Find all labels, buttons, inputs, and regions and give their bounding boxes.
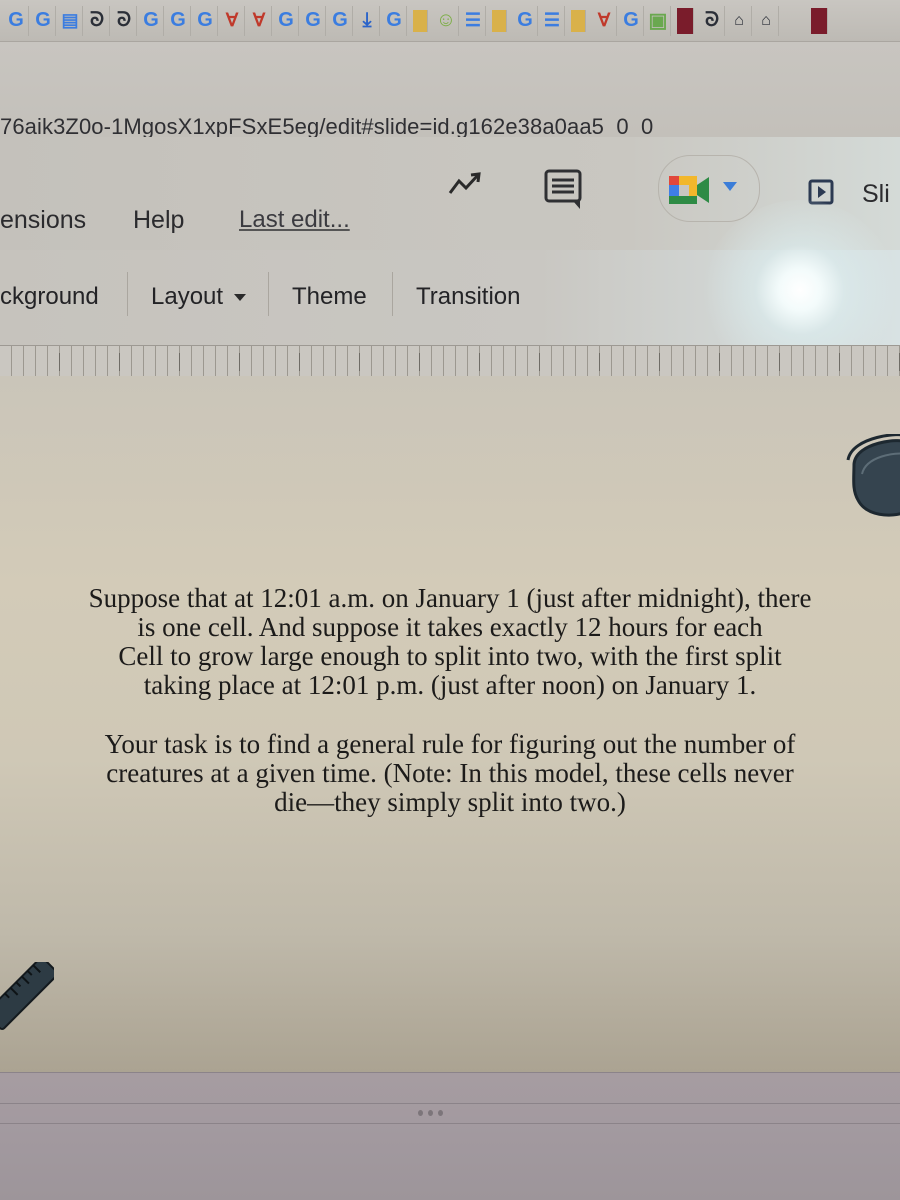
- google-icon[interactable]: G: [513, 5, 538, 36]
- layout-button[interactable]: Layout: [151, 283, 246, 311]
- google-icon[interactable]: G: [382, 5, 407, 36]
- swirl-icon[interactable]: ᘐ: [85, 5, 110, 36]
- mascot-icon[interactable]: ☺: [434, 5, 459, 36]
- ruler-ticks: [0, 353, 900, 371]
- activity-trend-icon[interactable]: [447, 171, 487, 197]
- toolbar-divider: [268, 272, 269, 316]
- resize-handle[interactable]: [418, 1110, 443, 1116]
- speaker-notes-icon[interactable]: [836, 434, 900, 524]
- text-line: die—they simply split into two.): [274, 787, 626, 817]
- google-icon[interactable]: G: [4, 5, 29, 36]
- google-icon[interactable]: G: [31, 5, 56, 36]
- classroom-icon[interactable]: ▣: [646, 5, 671, 36]
- drag-dot: [438, 1110, 443, 1116]
- google-icon[interactable]: G: [328, 5, 353, 36]
- text-line: creatures at a given time. (Note: In thi…: [106, 758, 794, 788]
- vivaldi-icon[interactable]: ∀: [220, 5, 245, 36]
- drag-dot: [428, 1110, 433, 1116]
- text-line: Suppose that at 12:01 a.m. on January 1 …: [88, 583, 812, 613]
- toolbar-divider: [392, 272, 393, 316]
- document-icon[interactable]: ☰: [540, 5, 565, 36]
- google-icon[interactable]: G: [193, 5, 218, 36]
- google-meet-button[interactable]: [658, 155, 760, 222]
- layout-label: Layout: [151, 283, 224, 310]
- theme-button[interactable]: Theme: [292, 283, 367, 311]
- book-icon[interactable]: [811, 7, 828, 34]
- text-line: Cell to grow large enough to split into …: [118, 641, 782, 671]
- swirl-icon[interactable]: ᘐ: [700, 5, 725, 36]
- slideshow-button[interactable]: Sli: [862, 180, 890, 209]
- google-icon[interactable]: G: [301, 5, 326, 36]
- menu-help[interactable]: Help: [133, 206, 184, 235]
- speaker-notes-panel[interactable]: [0, 1072, 900, 1200]
- caret-down-icon: [233, 294, 246, 302]
- google-icon[interactable]: G: [274, 5, 299, 36]
- slide-canvas[interactable]: [0, 376, 900, 1072]
- background-button[interactable]: ckground: [0, 283, 99, 311]
- menu-extensions[interactable]: ensions: [0, 206, 86, 235]
- notes-divider: [0, 1123, 900, 1124]
- dropdown-arrow-icon: [723, 182, 737, 191]
- document-icon[interactable]: ☰: [461, 5, 486, 36]
- notes-divider: [0, 1072, 900, 1073]
- google-icon[interactable]: G: [619, 5, 644, 36]
- last-edit-link[interactable]: Last edit...: [239, 206, 350, 234]
- folder-icon[interactable]: [571, 9, 586, 32]
- google-docs-icon[interactable]: ▤: [58, 5, 83, 36]
- toolbar-divider: [127, 272, 128, 316]
- google-icon[interactable]: G: [166, 5, 191, 36]
- ruler-tool-icon[interactable]: [0, 962, 54, 1032]
- notes-divider: [0, 1103, 900, 1104]
- text-line: Your task is to find a general rule for …: [104, 729, 796, 759]
- address-bar[interactable]: 76aik3Z0o-1MgosX1xpFSxE5eg/edit#slide=id…: [0, 42, 900, 139]
- school-icon[interactable]: ⌂: [727, 5, 752, 36]
- google-icon[interactable]: G: [139, 5, 164, 36]
- vivaldi-icon[interactable]: ∀: [247, 5, 272, 36]
- comment-icon[interactable]: [543, 168, 585, 212]
- slide-paragraph-2[interactable]: Your task is to find a general rule for …: [0, 730, 900, 817]
- book-icon[interactable]: [677, 7, 694, 34]
- swirl-icon[interactable]: ᘐ: [112, 5, 137, 36]
- bookmarks-bar: G G ▤ ᘐ ᘐ G G G ∀ ∀ G G G ⤓ G ☺ ☰ G ☰ ∀ …: [0, 0, 900, 42]
- slide-paragraph-1[interactable]: Suppose that at 12:01 a.m. on January 1 …: [0, 584, 900, 700]
- google-meet-icon: [669, 176, 709, 204]
- folder-icon[interactable]: [492, 9, 507, 32]
- transition-button[interactable]: Transition: [416, 283, 520, 311]
- text-line: is one cell. And suppose it takes exactl…: [137, 612, 763, 642]
- folder-icon[interactable]: [413, 9, 428, 32]
- download-icon[interactable]: ⤓: [355, 5, 380, 36]
- text-line: taking place at 12:01 p.m. (just after n…: [143, 670, 757, 700]
- school-icon[interactable]: ⌂: [754, 5, 779, 36]
- vivaldi-icon[interactable]: ∀: [592, 5, 617, 36]
- drag-dot: [418, 1110, 423, 1116]
